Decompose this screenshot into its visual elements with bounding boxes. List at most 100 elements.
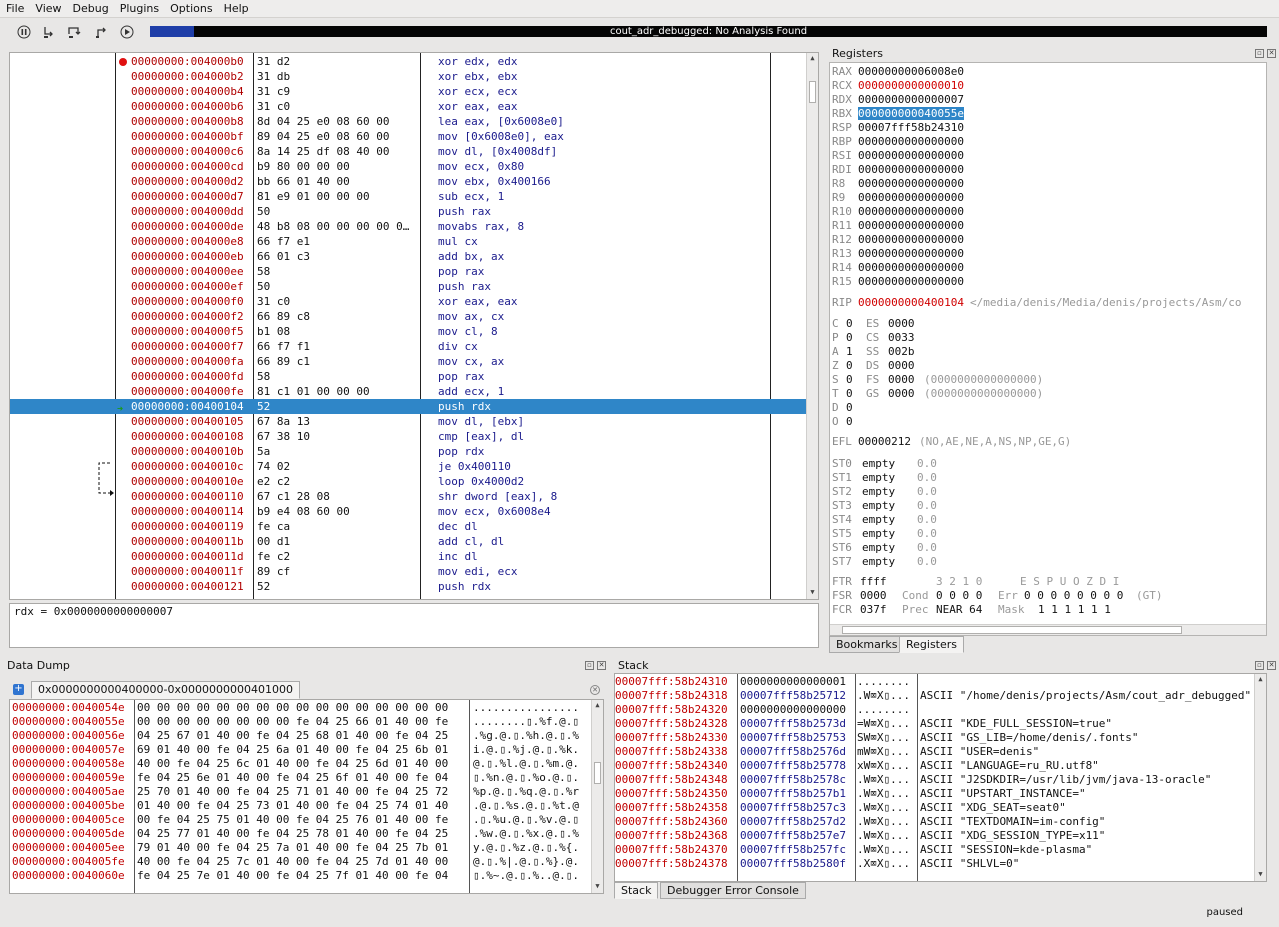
stack-view[interactable]: 00007fff:58b24310 0000000000000001.......… <box>614 673 1267 882</box>
stack-row[interactable]: 00007fff:58b24330 00007fff58b25753 SW⌧X▯..… <box>615 731 1266 745</box>
flag-row[interactable]: S 0 FS 0000 (0000000000000000) <box>832 373 1043 387</box>
disasm-row[interactable]: ➜ 00000000:00400104 52 push rdx <box>10 399 808 415</box>
disasm-row[interactable]: 00000000:004000cd b9 80 00 00 00 mov ecx, … <box>10 159 808 174</box>
float-icon[interactable]: ▫ <box>585 661 594 670</box>
stack-row[interactable]: 00007fff:58b24378 00007fff58b2580f .X⌧X▯..… <box>615 857 1266 871</box>
disasm-row[interactable]: 00000000:004000b2 31 db xor ebx, ebx <box>10 69 808 84</box>
menu-plugins[interactable]: Plugins <box>114 0 164 15</box>
dump-row[interactable]: 00000000:0040054e 00 00 00 00 00 00 00 00… <box>10 701 590 715</box>
stack-row[interactable]: 00007fff:58b24318 00007fff58b25712 .W⌧X▯..… <box>615 689 1266 703</box>
add-tab-icon[interactable]: + <box>13 684 24 695</box>
stack-row[interactable]: 00007fff:58b24360 00007fff58b257d2 .W⌧X▯..… <box>615 815 1266 829</box>
register-row[interactable]: R9 0000000000000000 <box>832 191 964 205</box>
scroll-up-icon[interactable]: ▲ <box>592 701 603 711</box>
fcr-row[interactable]: FCR 037f Prec NEAR 64 Mask 1 1 1 1 1 1 <box>832 603 1111 617</box>
dump-row[interactable]: 00000000:0040058e 40 00 fe 04 25 6c 01 40… <box>10 757 590 771</box>
scroll-up-icon[interactable]: ▲ <box>807 54 818 64</box>
register-row[interactable]: RIP 0000000000400104 </media/denis/Media/d… <box>832 296 1242 310</box>
scrollbar-thumb[interactable] <box>809 81 816 103</box>
breakpoint-icon[interactable] <box>119 58 127 66</box>
disasm-row[interactable]: 00000000:004000eb 66 01 c3 add bx, ax <box>10 249 808 264</box>
disasm-row[interactable]: 00000000:004000f2 66 89 c8 mov ax, cx <box>10 309 808 324</box>
dump-row[interactable]: 00000000:0040059e fe 04 25 6e 01 40 00 fe… <box>10 771 590 785</box>
stack-row[interactable]: 00007fff:58b24310 0000000000000001.......… <box>615 675 1266 689</box>
scroll-down-icon[interactable]: ▼ <box>807 588 818 598</box>
register-row[interactable]: R15 0000000000000000 <box>832 275 964 289</box>
stack-row[interactable]: 00007fff:58b24320 0000000000000000.......… <box>615 703 1266 717</box>
disasm-row[interactable]: 00000000:004000fe 81 c1 01 00 00 00 add ec… <box>10 384 808 399</box>
dump-row[interactable]: 00000000:004005de 04 25 77 01 40 00 fe 04… <box>10 827 590 841</box>
menu-file[interactable]: File <box>0 0 29 15</box>
register-row[interactable]: R14 0000000000000000 <box>832 261 964 275</box>
disasm-row[interactable]: 00000000:004000f0 31 c0 xor eax, eax <box>10 294 808 309</box>
flag-row[interactable]: Z 0 DS 0000 <box>832 359 924 373</box>
tab-stack[interactable]: Stack <box>614 882 659 899</box>
disasm-row[interactable]: 00000000:004000e8 66 f7 e1 mul cx <box>10 234 808 249</box>
menu-options[interactable]: Options <box>164 0 217 15</box>
menu-view[interactable]: View <box>29 0 66 15</box>
disasm-row[interactable]: 00000000:004000b0 31 d2 xor edx, edx <box>10 54 808 69</box>
dump-row[interactable]: 00000000:0040055e 00 00 00 00 00 00 00 00… <box>10 715 590 729</box>
disasm-row[interactable]: 00000000:004000b6 31 c0 xor eax, eax <box>10 99 808 114</box>
tab-registers[interactable]: Registers <box>899 636 965 653</box>
disasm-row[interactable]: 00000000:004000ef 50 push rax <box>10 279 808 294</box>
step-out-icon[interactable] <box>92 23 110 41</box>
register-row[interactable]: RBP 0000000000000000 <box>832 135 964 149</box>
disasm-row[interactable]: 00000000:004000ee 58 pop rax <box>10 264 808 279</box>
register-row[interactable]: RBX 000000000040055e <box>832 107 964 121</box>
dump-row[interactable]: 00000000:0040057e 69 01 40 00 fe 04 25 6a… <box>10 743 590 757</box>
disasm-row[interactable]: 00000000:00400108 67 38 10 cmp [eax], dl <box>10 429 808 444</box>
disasm-row[interactable]: 00000000:0040010b 5a pop rdx <box>10 444 808 459</box>
disasm-row[interactable]: 00000000:004000f5 b1 08 mov cl, 8 <box>10 324 808 339</box>
float-icon[interactable]: ▫ <box>1255 49 1264 58</box>
run-icon[interactable] <box>118 23 136 41</box>
fpu-row[interactable]: ST5 empty 0.0 <box>832 527 937 541</box>
register-row[interactable]: EFL 00000212 (NO,AE,NE,A,NS,NP,GE,G) <box>832 435 1071 449</box>
dump-row[interactable]: 00000000:004005ce 00 fe 04 25 75 01 40 00… <box>10 813 590 827</box>
register-row[interactable]: RDI 0000000000000000 <box>832 163 964 177</box>
flag-row[interactable]: C 0 ES 0000 <box>832 317 924 331</box>
register-row[interactable]: RSP 00007fff58b24310 <box>832 121 964 135</box>
flag-row[interactable]: D0 <box>832 401 924 415</box>
dump-scrollbar[interactable]: ▲ ▼ <box>591 700 603 893</box>
register-row[interactable]: R8 0000000000000000 <box>832 177 964 191</box>
flag-row[interactable]: O0 <box>832 415 924 429</box>
flag-row[interactable]: T 0 GS 0000 (0000000000000000) <box>832 387 1043 401</box>
disasm-row[interactable]: 00000000:00400121 52 push rdx <box>10 579 808 594</box>
disasm-row[interactable]: 00000000:004000d2 bb 66 01 40 00 mov ebx, … <box>10 174 808 189</box>
disasm-row[interactable]: 00000000:0040011b 00 d1 add cl, dl <box>10 534 808 549</box>
disasm-row[interactable]: 00000000:00400119 fe ca dec dl <box>10 519 808 534</box>
tab-bookmarks[interactable]: Bookmarks <box>829 636 905 653</box>
fpu-row[interactable]: ST4 empty 0.0 <box>832 513 937 527</box>
float-icon[interactable]: ▫ <box>1255 661 1264 670</box>
tab-memory-region[interactable]: 0x0000000000400000-0x0000000000401000 <box>31 681 300 699</box>
fsr-row[interactable]: FSR 0000 Cond 0 0 0 0 Err 0 0 0 0 0 0 0 0 (GT) <box>832 589 1163 603</box>
scrollbar-thumb[interactable] <box>594 762 601 784</box>
menu-help[interactable]: Help <box>218 0 254 15</box>
ftr-row[interactable]: FTR ffff 3 2 1 0 E S P U O Z D I <box>832 575 1119 589</box>
disasm-row[interactable]: 00000000:00400114 b9 e4 08 60 00 mov ecx, … <box>10 504 808 519</box>
stack-row[interactable]: 00007fff:58b24340 00007fff58b25778 xW⌧X▯..… <box>615 759 1266 773</box>
stack-row[interactable]: 00007fff:58b24358 00007fff58b257c3 .W⌧X▯..… <box>615 801 1266 815</box>
register-row[interactable]: RCX 0000000000000010 <box>832 79 964 93</box>
dump-row[interactable]: 00000000:004005ee 79 01 40 00 fe 04 25 7a… <box>10 841 590 855</box>
dump-row[interactable]: 00000000:0040060e fe 04 25 7e 01 40 00 fe… <box>10 869 590 883</box>
disasm-row[interactable]: 00000000:004000c6 8a 14 25 df 08 40 00 mov… <box>10 144 808 159</box>
dump-row[interactable]: 00000000:0040056e 04 25 67 01 40 00 fe 04… <box>10 729 590 743</box>
close-icon[interactable]: ✕ <box>1267 49 1276 58</box>
disasm-row[interactable]: 00000000:004000de 48 b8 08 00 00 00 00 0…… <box>10 219 808 234</box>
cpu-scrollbar[interactable]: ▲ ▼ <box>806 53 818 599</box>
fpu-row[interactable]: ST0 empty 0.0 <box>832 457 937 471</box>
register-row[interactable]: R10 0000000000000000 <box>832 205 964 219</box>
disasm-row[interactable]: 00000000:004000fa 66 89 c1 mov cx, ax <box>10 354 808 369</box>
dump-row[interactable]: 00000000:004005be 01 40 00 fe 04 25 73 01… <box>10 799 590 813</box>
disasm-row[interactable]: 00000000:0040011f 89 cf mov edi, ecx <box>10 564 808 579</box>
register-row[interactable]: R13 0000000000000000 <box>832 247 964 261</box>
disasm-row[interactable]: 00000000:004000f7 66 f7 f1 div cx <box>10 339 808 354</box>
disasm-row[interactable]: 00000000:004000b4 31 c9 xor ecx, ecx <box>10 84 808 99</box>
register-row[interactable]: R12 0000000000000000 <box>832 233 964 247</box>
stack-row[interactable]: 00007fff:58b24368 00007fff58b257e7 .W⌧X▯..… <box>615 829 1266 843</box>
data-dump-view[interactable]: 00000000:0040054e 00 00 00 00 00 00 00 00… <box>9 699 604 894</box>
disasm-row[interactable]: 00000000:004000fd 58 pop rax <box>10 369 808 384</box>
scroll-down-icon[interactable]: ▼ <box>1255 870 1266 880</box>
